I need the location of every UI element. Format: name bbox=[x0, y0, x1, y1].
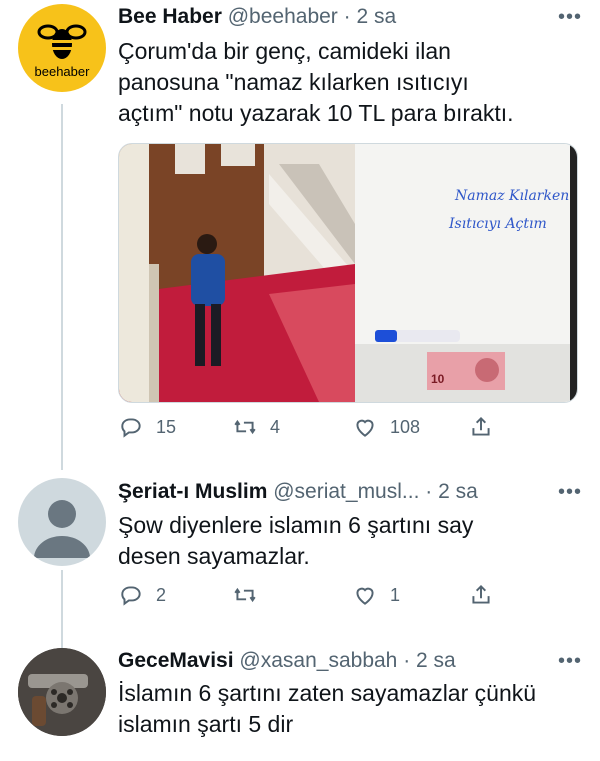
avatar-beehaber[interactable]: beehaber bbox=[18, 4, 106, 92]
retweet-button[interactable] bbox=[232, 582, 258, 608]
share-icon bbox=[472, 584, 490, 604]
tweet-text-line: İslamın 6 şartını zaten sayamazlar çünkü bbox=[118, 680, 537, 706]
reply-button[interactable]: 2 bbox=[118, 582, 166, 608]
retweet-count: 4 bbox=[270, 416, 281, 437]
default-avatar-icon bbox=[34, 500, 90, 558]
tweet-text-line: Şow diyenlere islamın 6 şartını say bbox=[118, 512, 474, 538]
note-handwriting: Namaz Kılarken Isıtıcıyı Açtım bbox=[449, 182, 569, 238]
tweet-beehaber[interactable]: beehaber Bee Haber @beehaber · 2 sa ••• … bbox=[0, 0, 600, 460]
author-name[interactable]: Bee Haber bbox=[118, 5, 222, 28]
share-button[interactable] bbox=[468, 582, 494, 608]
reply-count: 2 bbox=[156, 584, 167, 605]
retweet-icon bbox=[234, 587, 256, 603]
tweet-seriat-muslim[interactable]: Şeriat-ı Muslim @seriat_musl... · 2 sa •… bbox=[0, 470, 600, 640]
author-name[interactable]: GeceMavisi bbox=[118, 649, 234, 672]
like-icon bbox=[356, 587, 374, 605]
tweet-text: Şow diyenlere islamın 6 şartını say dese… bbox=[118, 510, 583, 572]
tweet-actions: 2 1 bbox=[118, 582, 518, 612]
author-handle[interactable]: @xasan_sabbah bbox=[239, 649, 397, 672]
tweet-text-line: islamın şartı 5 dir bbox=[118, 711, 294, 737]
avatar-seriat-muslim[interactable] bbox=[18, 478, 106, 566]
retweet-button[interactable]: 4 bbox=[232, 414, 280, 440]
tweet-text-line: desen sayamazlar. bbox=[118, 543, 310, 569]
reply-icon bbox=[121, 418, 141, 438]
timestamp[interactable]: 2 sa bbox=[416, 649, 456, 672]
share-button[interactable] bbox=[468, 414, 494, 440]
timestamp[interactable]: 2 sa bbox=[357, 5, 397, 28]
like-count: 108 bbox=[390, 416, 421, 437]
tweet-actions: 15 4 108 bbox=[118, 414, 518, 444]
tweet-text-line: açtım" notu yazarak 10 TL para bıraktı. bbox=[118, 100, 514, 126]
timestamp[interactable]: 2 sa bbox=[438, 480, 478, 503]
tweet-text: Çorum'da bir genç, camideki ilan panosun… bbox=[118, 36, 583, 129]
mosque-photo bbox=[119, 144, 355, 402]
like-icon bbox=[356, 419, 374, 437]
reply-count: 15 bbox=[156, 416, 177, 437]
banknote-value: 10 bbox=[431, 372, 445, 386]
more-icon[interactable]: ••• bbox=[558, 650, 582, 673]
separator-dot: · bbox=[425, 480, 433, 503]
more-icon[interactable]: ••• bbox=[558, 481, 582, 504]
more-icon[interactable]: ••• bbox=[558, 6, 582, 29]
author-name[interactable]: Şeriat-ı Muslim bbox=[118, 480, 267, 503]
retweet-icon bbox=[234, 419, 256, 435]
tweet-media[interactable]: Namaz Kılarken Isıtıcıyı Açtım 10 bbox=[118, 143, 578, 403]
author-handle[interactable]: @beehaber bbox=[228, 5, 338, 28]
separator-dot: · bbox=[343, 5, 351, 28]
reply-icon bbox=[121, 586, 141, 606]
reply-button[interactable]: 15 bbox=[118, 414, 176, 440]
tweet-gecemavisi[interactable]: GeceMavisi @xasan_sabbah · 2 sa ••• İsla… bbox=[0, 640, 600, 761]
revolver-avatar-icon bbox=[18, 648, 106, 736]
tweet-text-line: Çorum'da bir genç, camideki ilan bbox=[118, 38, 451, 64]
note-line: Isıtıcıyı Açtım bbox=[449, 216, 547, 232]
like-button[interactable]: 1 bbox=[352, 582, 400, 608]
like-count: 1 bbox=[390, 584, 401, 605]
tweet-text: İslamın 6 şartını zaten sayamazlar çünkü… bbox=[118, 678, 583, 740]
avatar-gecemavisi[interactable] bbox=[18, 648, 106, 736]
tweet-header: Bee Haber @beehaber · 2 sa bbox=[118, 5, 396, 29]
like-button[interactable]: 108 bbox=[352, 414, 420, 440]
avatar-brand-text: beehaber bbox=[34, 64, 90, 79]
author-handle[interactable]: @seriat_musl... bbox=[273, 480, 419, 503]
share-icon bbox=[472, 416, 490, 436]
tweet-header: GeceMavisi @xasan_sabbah · 2 sa bbox=[118, 649, 456, 673]
tweet-header: Şeriat-ı Muslim @seriat_musl... · 2 sa bbox=[118, 480, 478, 504]
separator-dot: · bbox=[403, 649, 411, 672]
tweet-text-line: panosuna "namaz kılarken ısıtıcıyı bbox=[118, 69, 469, 95]
note-line: Namaz Kılarken bbox=[455, 188, 570, 204]
